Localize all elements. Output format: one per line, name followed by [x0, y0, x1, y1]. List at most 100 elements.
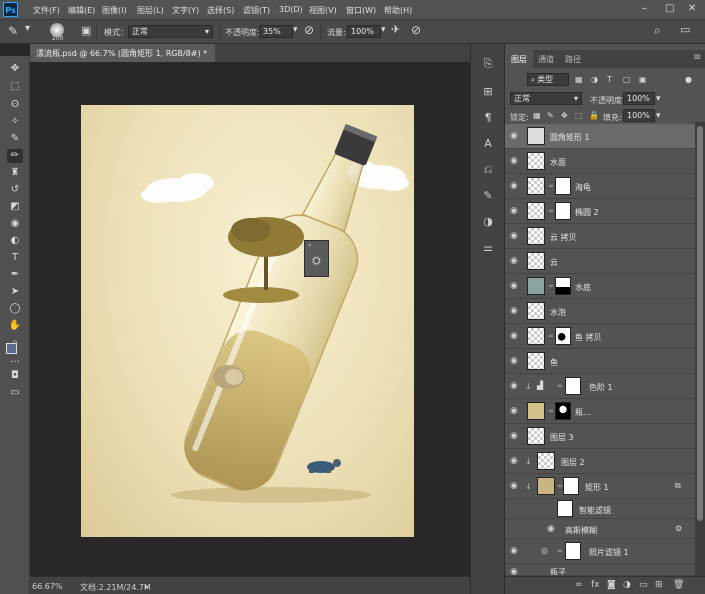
layer-mask-thumbnail[interactable] [555, 202, 571, 220]
layer-row[interactable]: ◉ ↓ ∞ 矩形 1 ⧉ [505, 474, 695, 499]
visibility-eye-icon[interactable]: ◉ [547, 524, 558, 534]
adjustment-layer-icon[interactable]: ◑ [623, 580, 631, 590]
character-panel-icon[interactable]: A [480, 136, 496, 152]
layer-mask-thumbnail[interactable] [555, 277, 571, 295]
brush-panel-icon[interactable]: ▣ [81, 24, 91, 37]
filter-pixel-icon[interactable]: ▦ [575, 75, 583, 84]
chevron-down-icon[interactable]: ▾ [381, 25, 386, 35]
fill-field[interactable]: 100% [623, 109, 655, 122]
pen-tool-icon[interactable]: ✒ [7, 268, 23, 282]
blur-tool-icon[interactable]: ◉ [7, 217, 23, 231]
maximize-icon[interactable]: □ [665, 3, 674, 14]
chevron-down-icon[interactable]: ▾ [25, 23, 30, 34]
visibility-eye-icon[interactable]: ◉ [510, 331, 521, 341]
filter-type-icon[interactable]: T [607, 75, 612, 84]
quick-mask-icon[interactable]: ◘ [7, 369, 23, 383]
smart-filter-mask[interactable] [557, 500, 573, 517]
layer-row[interactable]: ◉ 图层 3 [505, 424, 695, 449]
layer-row[interactable]: ◉ ∞ 椭圆 2 [505, 199, 695, 224]
menu-select[interactable]: 选择(S) [207, 5, 234, 16]
layer-mask-thumbnail[interactable] [555, 402, 571, 420]
brush-tool-icon[interactable]: ✏ [7, 149, 23, 163]
chevron-right-icon[interactable]: ▸ [145, 582, 149, 591]
layer-row[interactable]: ◉ ∞ 鱼 拷贝 [505, 324, 695, 349]
type-tool-icon[interactable]: T [7, 251, 23, 265]
history-panel-icon[interactable]: ⎘ [480, 56, 496, 72]
layers-scrollbar[interactable] [695, 122, 705, 576]
layer-row[interactable]: ◉ 水面 [505, 149, 695, 174]
screen-mode-icon[interactable]: ▭ [7, 386, 23, 400]
visibility-eye-icon[interactable]: ◉ [510, 381, 521, 391]
pressure-size-icon[interactable]: ⊘ [411, 23, 421, 37]
magic-wand-icon[interactable]: ✧ [7, 115, 23, 129]
more-tools-icon[interactable]: … [7, 353, 23, 367]
lock-all-icon[interactable]: 🔒 [589, 111, 599, 120]
layer-row[interactable]: ◉ ∞ 水底 [505, 274, 695, 299]
visibility-eye-icon[interactable]: ◉ [510, 256, 521, 266]
brush-presets-icon[interactable]: ✎ [480, 188, 496, 204]
search-icon[interactable]: ⌕ [654, 23, 661, 38]
link-layers-icon[interactable]: ∞ [575, 580, 583, 590]
visibility-eye-icon[interactable]: ◉ [510, 481, 521, 491]
brush-panel-icon[interactable]: ⛭ [312, 254, 321, 268]
workspace-icon[interactable]: ▭ [680, 23, 690, 36]
airbrush-icon[interactable]: ✈ [391, 23, 400, 36]
visibility-eye-icon[interactable]: ◉ [510, 356, 521, 366]
filter-options-icon[interactable]: ⚙ [675, 524, 682, 533]
dodge-tool-icon[interactable]: ◐ [7, 234, 23, 248]
layer-row[interactable]: ◉ 圆角矩形 1 [505, 124, 695, 149]
visibility-eye-icon[interactable]: ◉ [510, 281, 521, 291]
smart-filter-badge-icon[interactable]: ⧉ [675, 481, 681, 491]
canvas-area[interactable]: » ⛭ [30, 62, 470, 576]
history-brush-icon[interactable]: ↺ [7, 183, 23, 197]
new-group-icon[interactable]: ▭ [639, 580, 648, 590]
lasso-tool-icon[interactable]: ʘ [7, 98, 23, 112]
layer-mask-thumbnail[interactable] [563, 477, 579, 495]
expand-icon[interactable]: » [308, 242, 312, 249]
lock-transparent-icon[interactable]: ▦ [533, 111, 541, 120]
shape-tool-icon[interactable]: ◯ [7, 302, 23, 316]
layer-row[interactable]: ◉ 瓶子 [505, 564, 695, 576]
tab-channels[interactable]: 通道 [538, 54, 554, 65]
filter-toggle-icon[interactable]: ● [685, 75, 692, 84]
menu-file[interactable]: 文件(F) [33, 5, 60, 16]
eyedropper-icon[interactable]: ✎ [7, 132, 23, 146]
layer-row[interactable]: ◉ 云 [505, 249, 695, 274]
lock-artboard-icon[interactable]: ⬚ [575, 111, 583, 120]
brush-tool-icon[interactable]: ✎ [8, 24, 18, 38]
visibility-eye-icon[interactable]: ◉ [510, 567, 521, 575]
move-tool-icon[interactable]: ✥ [7, 62, 23, 76]
lock-pixels-icon[interactable]: ✎ [547, 111, 554, 120]
flow-field[interactable]: 100% [347, 25, 381, 38]
menu-image[interactable]: 图像(I) [102, 5, 127, 16]
foreground-color-swatch[interactable] [6, 343, 17, 354]
layer-row[interactable]: ◉ ↓ ▟ ∞ 色阶 1 [505, 374, 695, 399]
path-select-icon[interactable]: ➤ [7, 285, 23, 299]
actions-panel-icon[interactable]: ⊞ [480, 84, 496, 100]
menu-help[interactable]: 帮助(H) [384, 5, 412, 16]
visibility-eye-icon[interactable]: ◉ [510, 131, 521, 141]
clone-source-icon[interactable]: ⎌ [480, 162, 496, 178]
eraser-icon[interactable]: ◩ [7, 200, 23, 214]
tab-layers[interactable]: 图层 [505, 50, 533, 68]
menu-view[interactable]: 视图(V) [309, 5, 337, 16]
layer-row[interactable]: 智能滤镜 [505, 499, 695, 519]
pressure-opacity-icon[interactable]: ⊘ [304, 23, 314, 37]
add-mask-icon[interactable]: ◙ [607, 580, 616, 590]
paragraph-panel-icon[interactable]: ¶ [480, 110, 496, 126]
filter-smart-icon[interactable]: ▣ [639, 75, 647, 84]
layer-row[interactable]: ◉ 鱼 [505, 349, 695, 374]
menu-filter[interactable]: 滤镜(T) [243, 5, 270, 16]
layer-row[interactable]: ◉ ◎ ∞ 照片滤镜 1 [505, 539, 695, 564]
zoom-level[interactable]: 66.67% [32, 582, 63, 591]
menu-layer[interactable]: 图层(L) [137, 5, 164, 16]
delete-layer-icon[interactable]: 🗑 [673, 580, 684, 590]
visibility-eye-icon[interactable]: ◉ [510, 546, 521, 556]
visibility-eye-icon[interactable]: ◉ [510, 431, 521, 441]
filter-shape-icon[interactable]: ▢ [623, 75, 631, 84]
fx-icon[interactable]: fx [591, 580, 600, 590]
lock-position-icon[interactable]: ✥ [561, 111, 568, 120]
layer-row[interactable]: ◉ ↓ 图层 2 [505, 449, 695, 474]
layer-opacity-field[interactable]: 100% [623, 92, 655, 105]
filter-adjust-icon[interactable]: ◑ [591, 75, 598, 84]
